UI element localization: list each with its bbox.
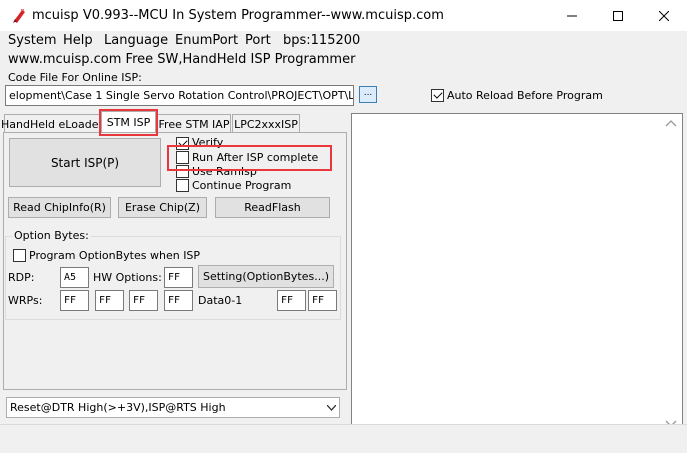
start-isp-button[interactable]: Start ISP(P) <box>9 138 161 187</box>
continue-program-checkbox[interactable] <box>176 179 189 192</box>
output-log[interactable] <box>351 113 683 438</box>
status-bar <box>0 424 687 453</box>
auto-reload-label: Auto Reload Before Program <box>447 89 603 102</box>
verify-checkbox[interactable] <box>176 137 189 150</box>
program-optionbytes-label: Program OptionBytes when ISP <box>29 249 201 262</box>
menu-enumport[interactable]: EnumPort <box>175 33 238 48</box>
mcuisp-logo-icon <box>11 8 27 24</box>
site-line: www.mcuisp.com Free SW,HandHeld ISP Prog… <box>8 52 356 67</box>
tab-stm-isp[interactable]: STM ISP <box>101 111 156 133</box>
continue-program-label: Continue Program <box>192 179 292 192</box>
close-icon[interactable] <box>641 0 687 31</box>
verify-label: Verify <box>192 136 224 149</box>
window-title: mcuisp V0.993--MCU In System Programmer-… <box>32 8 444 23</box>
run-after-isp-label: Run After ISP complete <box>192 151 319 164</box>
code-file-label: Code File For Online ISP: <box>8 71 142 84</box>
tab-free-stm-iap[interactable]: Free STM IAP <box>157 114 231 134</box>
data-field-0[interactable]: FF <box>277 290 306 311</box>
setting-optionbytes-button[interactable]: Setting(OptionBytes...) <box>198 265 334 288</box>
wrp-field-3[interactable]: FF <box>164 290 193 311</box>
hw-options-label: HW Options: <box>93 271 162 284</box>
use-ramisp-checkbox[interactable] <box>176 165 189 178</box>
wrps-label: WRPs: <box>8 294 43 307</box>
menu-help[interactable]: Help <box>63 33 93 48</box>
maximize-icon[interactable] <box>595 0 641 31</box>
data-field-1[interactable]: FF <box>308 290 337 311</box>
browse-button[interactable]: ... <box>359 86 377 103</box>
wrp-field-0[interactable]: FF <box>60 290 89 311</box>
tab-handheld-eloader[interactable]: HandHeld eLoader <box>1 114 103 134</box>
read-chipinfo-button[interactable]: Read ChipInfo(R) <box>8 197 111 218</box>
menu-language[interactable]: Language <box>104 33 168 48</box>
use-ramisp-label: Use RamIsp <box>192 165 257 178</box>
erase-chip-button[interactable]: Erase Chip(Z) <box>118 197 207 218</box>
menu-system[interactable]: System <box>8 33 56 48</box>
menu-port[interactable]: Port <box>245 33 271 48</box>
wrp-field-1[interactable]: FF <box>95 290 124 311</box>
readflash-button[interactable]: ReadFlash <box>215 197 330 218</box>
reset-mode-select[interactable]: Reset@DTR High(>+3V),ISP@RTS High <box>6 397 340 418</box>
browse-icon: ... <box>363 88 373 98</box>
chevron-down-icon[interactable] <box>322 397 340 418</box>
rdp-field[interactable]: A5 <box>60 267 89 288</box>
data-label: Data0-1 <box>198 294 243 307</box>
run-after-isp-checkbox[interactable] <box>176 151 189 164</box>
hw-options-field[interactable]: FF <box>164 267 193 288</box>
rdp-label: RDP: <box>8 271 35 284</box>
option-bytes-label: Option Bytes: <box>12 229 91 242</box>
auto-reload-checkbox[interactable] <box>431 89 444 102</box>
menu-bps[interactable]: bps:115200 <box>283 33 360 48</box>
minimize-icon[interactable] <box>549 0 595 31</box>
program-optionbytes-checkbox[interactable] <box>13 249 26 262</box>
wrp-field-2[interactable]: FF <box>129 290 158 311</box>
tab-lpc2xxxisp[interactable]: LPC2xxxISP <box>232 114 300 134</box>
scroll-up-icon[interactable] <box>665 116 677 130</box>
menu-bar: System Help Language EnumPort Port bps:1… <box>0 31 687 51</box>
code-file-input[interactable]: elopment\Case 1 Single Servo Rotation Co… <box>5 85 354 106</box>
